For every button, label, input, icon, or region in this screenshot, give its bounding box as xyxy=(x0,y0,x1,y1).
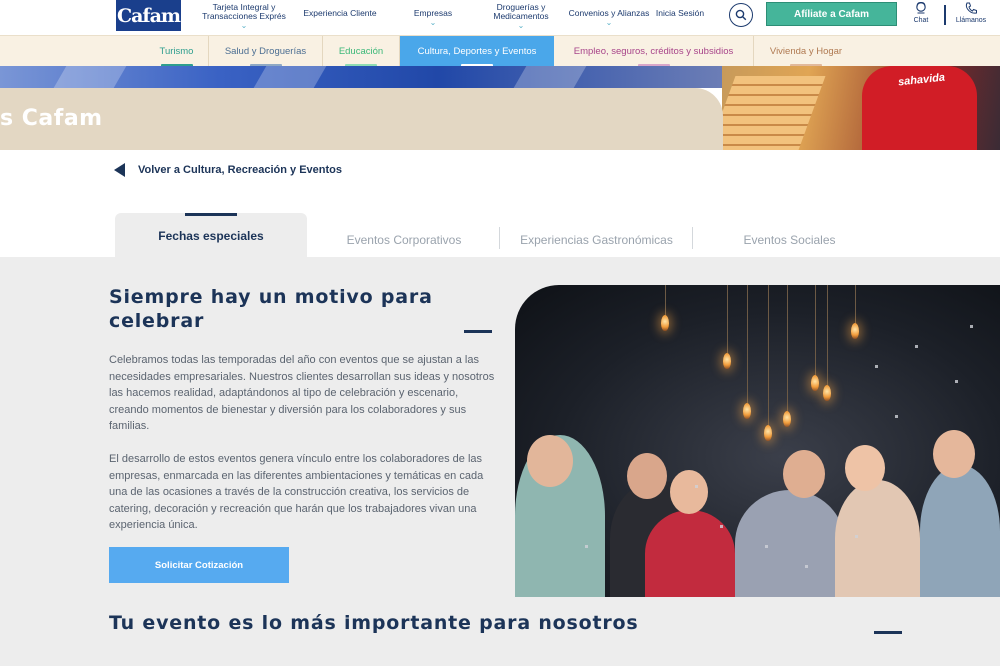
chevron-down-icon: ⌄ xyxy=(429,18,437,27)
call-label: Llámanos xyxy=(955,17,987,24)
afiliate-button[interactable]: Afíliate a Cafam xyxy=(766,2,897,26)
category-empleo[interactable]: Empleo, seguros, créditos y subsidios xyxy=(554,36,754,67)
nav-inicia-sesion[interactable]: Inicia Sesión xyxy=(652,9,708,18)
section-2-heading: Tu evento es lo más importante para noso… xyxy=(109,612,639,634)
category-label: Cultura, Deportes y Eventos xyxy=(417,46,537,57)
back-link[interactable]: Volver a Cultura, Recreación y Eventos xyxy=(114,163,342,177)
hero-photo: sahavida xyxy=(708,66,1000,150)
top-navigation: Cafam Tarjeta Integral y Transacciones E… xyxy=(0,0,1000,35)
tab-label: Eventos Corporativos xyxy=(346,233,462,247)
tab-divider xyxy=(692,227,693,249)
arrow-left-icon xyxy=(114,163,125,177)
chat-icon xyxy=(916,1,926,14)
chevron-down-icon: ⌄ xyxy=(517,21,525,30)
chevron-down-icon: ⌄ xyxy=(605,18,613,27)
section-paragraph-1: Celebramos todas las temporadas del año … xyxy=(109,354,495,433)
nav-convenios[interactable]: Convenios y Alianzas ⌄ xyxy=(566,9,652,27)
solicitar-cotizacion-button[interactable]: Solicitar Cotización xyxy=(109,547,289,583)
nav-experiencia-cliente[interactable]: Experiencia Cliente xyxy=(298,9,382,18)
cafam-logo[interactable]: Cafam xyxy=(116,0,181,31)
phone-icon xyxy=(965,2,977,14)
section-paragraph-2: El desarrollo de estos eventos genera ví… xyxy=(109,453,484,532)
call-button[interactable]: Llámanos xyxy=(952,1,990,24)
hero-title: s Cafam xyxy=(0,106,103,131)
category-label: Salud y Droguerías xyxy=(224,46,307,57)
nav-label: Droguerías y Medicamentos xyxy=(493,2,549,21)
category-label: Turismo xyxy=(159,46,194,57)
heading-accent xyxy=(874,631,902,634)
tab-eventos-sociales[interactable]: Eventos Sociales xyxy=(698,213,881,257)
content-section: Siempre hay un motivo para celebrar Cele… xyxy=(0,257,1000,666)
category-educacion[interactable]: Educación xyxy=(323,36,400,67)
search-button[interactable] xyxy=(729,3,753,27)
nav-label: Inicia Sesión xyxy=(655,8,705,18)
chat-label: Chat xyxy=(913,17,929,24)
category-label: Empleo, seguros, créditos y subsidios xyxy=(573,46,734,57)
chevron-down-icon: ⌄ xyxy=(240,21,248,30)
hero-banner: sahavida s Cafam xyxy=(0,66,1000,150)
category-bar: Turismo Salud y Droguerías Educación Cul… xyxy=(0,35,1000,67)
tab-eventos-corporativos[interactable]: Eventos Corporativos xyxy=(315,213,493,257)
category-turismo[interactable]: Turismo xyxy=(145,36,209,67)
tab-experiencias-gastronomicas[interactable]: Experiencias Gastronómicas xyxy=(505,213,688,257)
nav-empresas[interactable]: Empresas ⌄ xyxy=(403,9,463,27)
hero-title-panel xyxy=(0,88,723,150)
category-label: Vivienda y Hogar xyxy=(769,46,843,57)
chat-button[interactable]: Chat xyxy=(910,1,932,24)
category-salud[interactable]: Salud y Droguerías xyxy=(209,36,323,67)
nav-label: Tarjeta Integral y Transacciones Exprés xyxy=(202,2,286,21)
tab-divider xyxy=(499,227,500,249)
nav-label: Empresas xyxy=(413,8,453,18)
hero-background xyxy=(0,66,730,88)
nav-droguerias[interactable]: Droguerías y Medicamentos ⌄ xyxy=(486,3,556,30)
nav-divider xyxy=(944,5,946,25)
event-tabs: Fechas especiales Eventos Corporativos E… xyxy=(0,213,1000,257)
tab-active-indicator xyxy=(185,213,237,216)
section-heading: Siempre hay un motivo para celebrar xyxy=(109,286,433,332)
tab-label: Fechas especiales xyxy=(158,229,264,243)
tab-label: Experiencias Gastronómicas xyxy=(520,233,673,247)
heading-accent xyxy=(464,330,492,333)
nav-label: Experiencia Cliente xyxy=(303,8,377,18)
back-link-label: Volver a Cultura, Recreación y Eventos xyxy=(138,164,342,176)
tab-label: Eventos Sociales xyxy=(743,233,836,247)
nav-label: Convenios y Alianzas xyxy=(568,8,650,18)
search-icon xyxy=(735,9,747,21)
category-cultura-deportes-eventos[interactable]: Cultura, Deportes y Eventos xyxy=(400,36,554,67)
party-photo xyxy=(515,285,1000,597)
nav-tarjeta-integral[interactable]: Tarjeta Integral y Transacciones Exprés … xyxy=(196,3,292,30)
category-vivienda[interactable]: Vivienda y Hogar xyxy=(754,36,858,67)
category-label: Educación xyxy=(338,46,384,57)
tab-fechas-especiales[interactable]: Fechas especiales xyxy=(115,213,307,257)
